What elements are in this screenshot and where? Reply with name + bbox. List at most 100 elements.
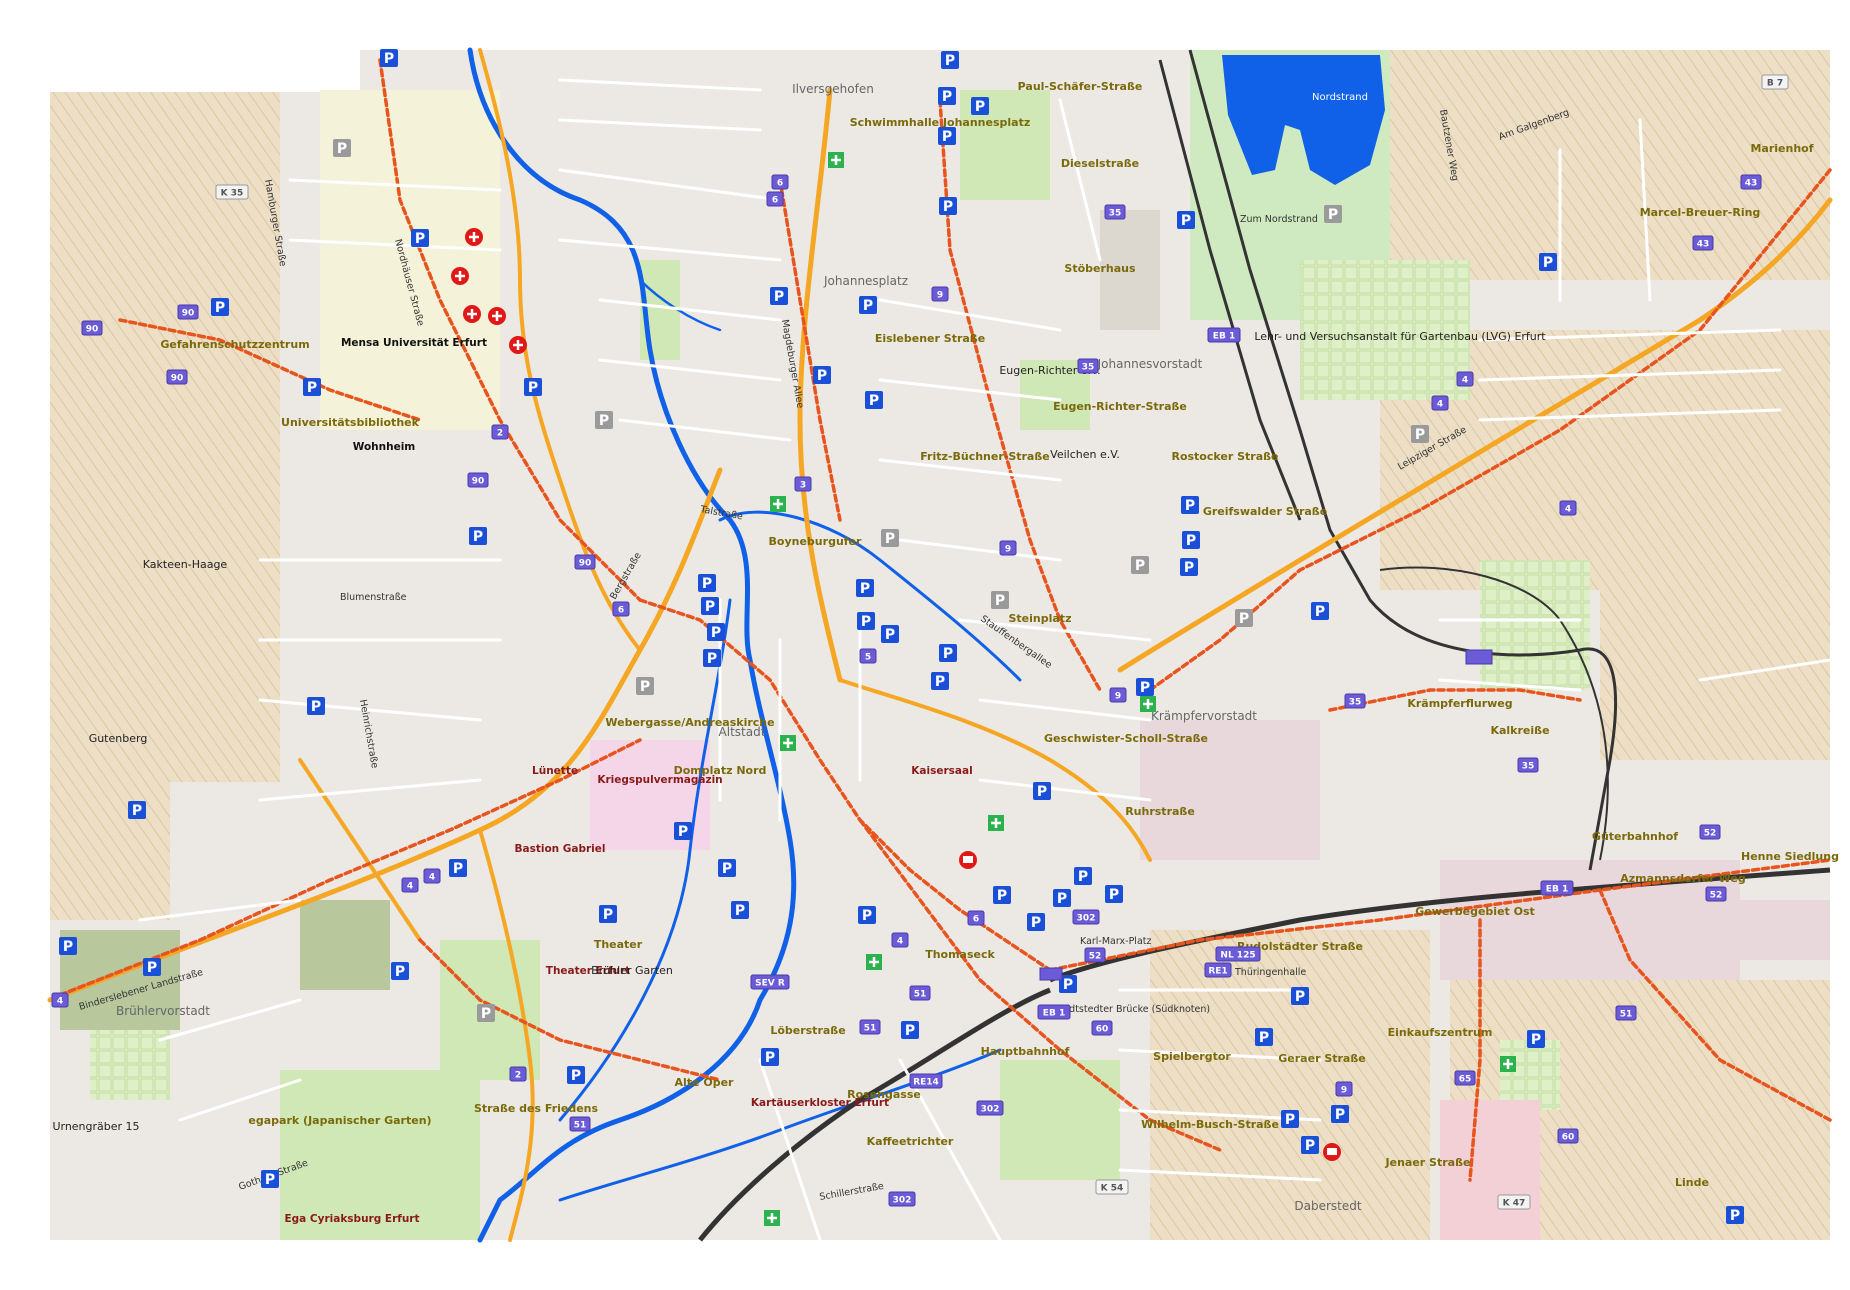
svg-text:P: P (1185, 498, 1195, 514)
road-shield-5: 5 (859, 648, 877, 664)
svg-text:P: P (862, 908, 872, 924)
place-kakteen-haage: Kakteen-Haage (143, 558, 228, 571)
parking-icon: P (1291, 987, 1309, 1005)
svg-text:P: P (147, 960, 157, 976)
svg-text:4: 4 (1462, 376, 1468, 386)
road-shield-51: 51 (859, 1019, 881, 1035)
place-bruehler-garten: Brühler Garten (591, 964, 673, 977)
svg-text:P: P (885, 627, 895, 643)
road-shield-b-7: B 7 (1761, 74, 1789, 90)
stop-universitaetsbibliothek: Universitätsbibliothek (281, 416, 420, 429)
parking-icon: P (856, 579, 874, 597)
place-veilchen-ev: Veilchen e.V. (1050, 448, 1120, 461)
stop-rostocker-strasse: Rostocker Straße (1171, 450, 1278, 463)
parking-icon: P (1180, 558, 1198, 576)
parking-icon: P (1235, 609, 1253, 627)
svg-text:P: P (1328, 207, 1338, 223)
svg-text:52: 52 (1704, 829, 1717, 839)
svg-text:P: P (307, 380, 317, 396)
hospital-icon (509, 336, 527, 354)
svg-text:52: 52 (1710, 891, 1723, 901)
stop-gewerbegebiet-ost: Gewerbegebiet Ost (1415, 905, 1535, 918)
road-shield-6: 6 (967, 910, 985, 926)
place-mensa: Mensa Universität Erfurt (341, 337, 487, 349)
pharmacy-icon (1140, 696, 1156, 712)
road-shield-51: 51 (1615, 1005, 1637, 1021)
svg-text:P: P (863, 298, 873, 314)
parking-icon: P (567, 1066, 585, 1084)
district-johannesplatz: Johannesplatz (823, 274, 908, 288)
svg-text:RE1: RE1 (1208, 967, 1227, 977)
road-shield-eb-1: EB 1 (1207, 327, 1241, 343)
svg-text:P: P (1239, 611, 1249, 627)
parking-icon: P (128, 801, 146, 819)
parking-icon: P (991, 591, 1009, 609)
pharmacy-icon (988, 815, 1004, 831)
svg-text:P: P (1181, 213, 1191, 229)
svg-text:6: 6 (973, 915, 979, 925)
stop-ruhrstrasse: Ruhrstraße (1125, 805, 1195, 818)
parking-icon: P (1181, 496, 1199, 514)
svg-text:90: 90 (182, 309, 195, 319)
parking-icon: P (477, 1004, 495, 1022)
road-shield-eb-1: EB 1 (1037, 1004, 1071, 1020)
parking-icon: P (1136, 678, 1154, 696)
parking-icon: P (1281, 1110, 1299, 1128)
post-office-icon (959, 851, 977, 869)
svg-text:5: 5 (865, 653, 871, 663)
parking-icon: P (1301, 1136, 1319, 1154)
svg-text:4: 4 (897, 937, 903, 947)
road-shield-43: 43 (1692, 235, 1714, 251)
parking-icon: P (1411, 425, 1429, 443)
parking-icon: P (881, 625, 899, 643)
road-shield-51: 51 (569, 1116, 591, 1132)
svg-text:P: P (395, 964, 405, 980)
parking-icon: P (770, 287, 788, 305)
stop-dieselstrasse: Dieselstraße (1061, 157, 1139, 170)
svg-text:35: 35 (1109, 209, 1122, 219)
svg-text:43: 43 (1697, 240, 1710, 250)
svg-text:4: 4 (1565, 505, 1571, 515)
svg-text:P: P (885, 531, 895, 547)
svg-text:P: P (215, 300, 225, 316)
street-blumenstrasse: Blumenstraße (340, 592, 407, 603)
parking-icon: P (1027, 913, 1045, 931)
svg-text:EB 1: EB 1 (1043, 1009, 1065, 1019)
stop-eislebener-strasse: Eislebener Straße (875, 332, 985, 345)
svg-text:60: 60 (1562, 1133, 1575, 1143)
hospital-icon (465, 228, 483, 246)
svg-text:35: 35 (1082, 363, 1095, 373)
svg-text:P: P (942, 89, 952, 105)
svg-text:3: 3 (800, 481, 806, 491)
parking-icon: P (1311, 602, 1329, 620)
svg-text:P: P (337, 141, 347, 157)
road-shield-9: 9 (1109, 687, 1127, 703)
svg-text:P: P (975, 99, 985, 115)
svg-text:P: P (132, 803, 142, 819)
svg-text:B 7: B 7 (1767, 79, 1783, 89)
parking-icon: P (1074, 867, 1092, 885)
svg-text:P: P (943, 199, 953, 215)
road-shield-4: 4 (423, 868, 441, 884)
parking-icon: P (449, 859, 467, 877)
parking-icon: P (1324, 205, 1342, 223)
svg-text:P: P (860, 581, 870, 597)
svg-text:P: P (481, 1006, 491, 1022)
city-map[interactable]: Ilversgehofen Johannesplatz Johannesvors… (0, 0, 1850, 1290)
svg-text:9: 9 (1341, 1086, 1347, 1096)
road-shield-4: 4 (1431, 395, 1449, 411)
svg-text:6: 6 (618, 606, 624, 616)
district-johannesvorstadt: Johannesvorstadt (1097, 357, 1203, 371)
parking-icon: P (469, 527, 487, 545)
svg-text:P: P (1135, 558, 1145, 574)
station-icon (1039, 967, 1063, 981)
stop-spielbergtor: Spielbergtor (1153, 1050, 1231, 1063)
stop-marcel-breuer-ring: Marcel-Breuer-Ring (1640, 206, 1761, 219)
svg-text:NL 125: NL 125 (1220, 951, 1255, 961)
parking-icon: P (1539, 253, 1557, 271)
svg-text:P: P (1415, 427, 1425, 443)
road-shield-90: 90 (166, 369, 188, 385)
svg-text:P: P (702, 576, 712, 592)
stop-geschwister-scholl-strasse: Geschwister-Scholl-Straße (1044, 732, 1208, 745)
pharmacy-icon (764, 1210, 780, 1226)
